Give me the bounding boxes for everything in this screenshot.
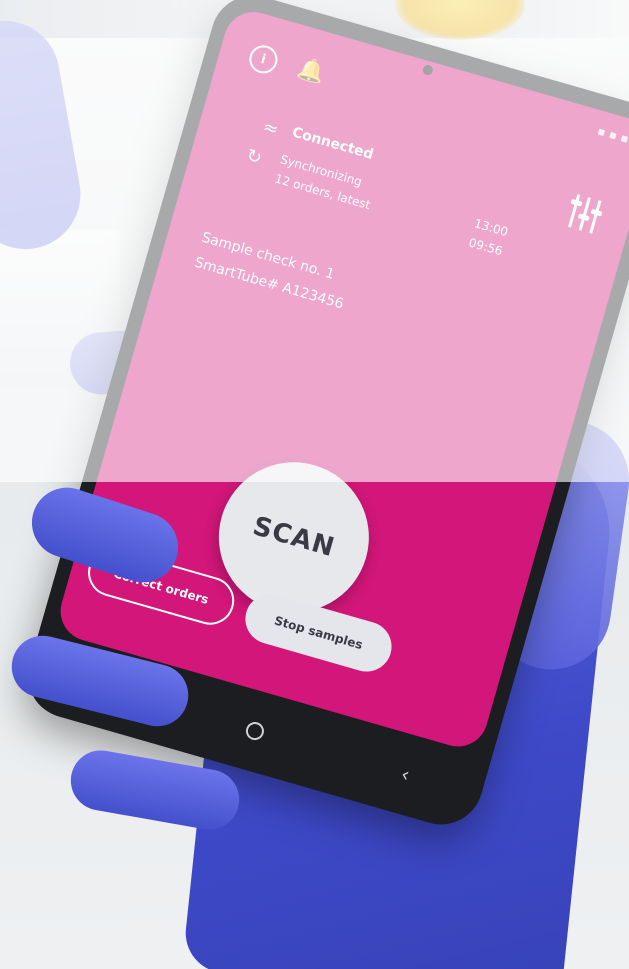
orders-status: 12 orders, latest xyxy=(273,171,372,213)
sync-status: Synchronizing xyxy=(278,152,364,189)
back-icon[interactable]: ‹ xyxy=(388,759,423,790)
orders-time: 09:56 xyxy=(467,235,505,259)
sliders-icon[interactable] xyxy=(562,190,606,238)
camera-dot xyxy=(421,63,435,77)
sample-check: Sample check no. 1 xyxy=(199,229,337,283)
connection-status: Connected xyxy=(290,124,376,164)
bell-icon[interactable]: 🔔 xyxy=(294,54,327,88)
stop-samples-button[interactable]: Stop samples xyxy=(239,588,398,678)
status-bar-icons xyxy=(597,128,629,143)
left-glove-finger xyxy=(0,12,90,258)
scan-button[interactable]: SCAN xyxy=(201,444,387,631)
sync-time: 13:00 xyxy=(472,216,510,240)
home-icon xyxy=(243,719,267,743)
home-button[interactable] xyxy=(238,718,272,744)
info-icon[interactable]: i xyxy=(246,42,281,77)
smarttube-id: SmartTube# A123456 xyxy=(192,254,346,313)
wifi-icon: ≈ xyxy=(260,115,281,141)
photo-scene: i 🔔 ≈ ↻ Connected Synchronizing 13:00 12… xyxy=(0,0,629,969)
sync-icon: ↻ xyxy=(244,144,265,169)
